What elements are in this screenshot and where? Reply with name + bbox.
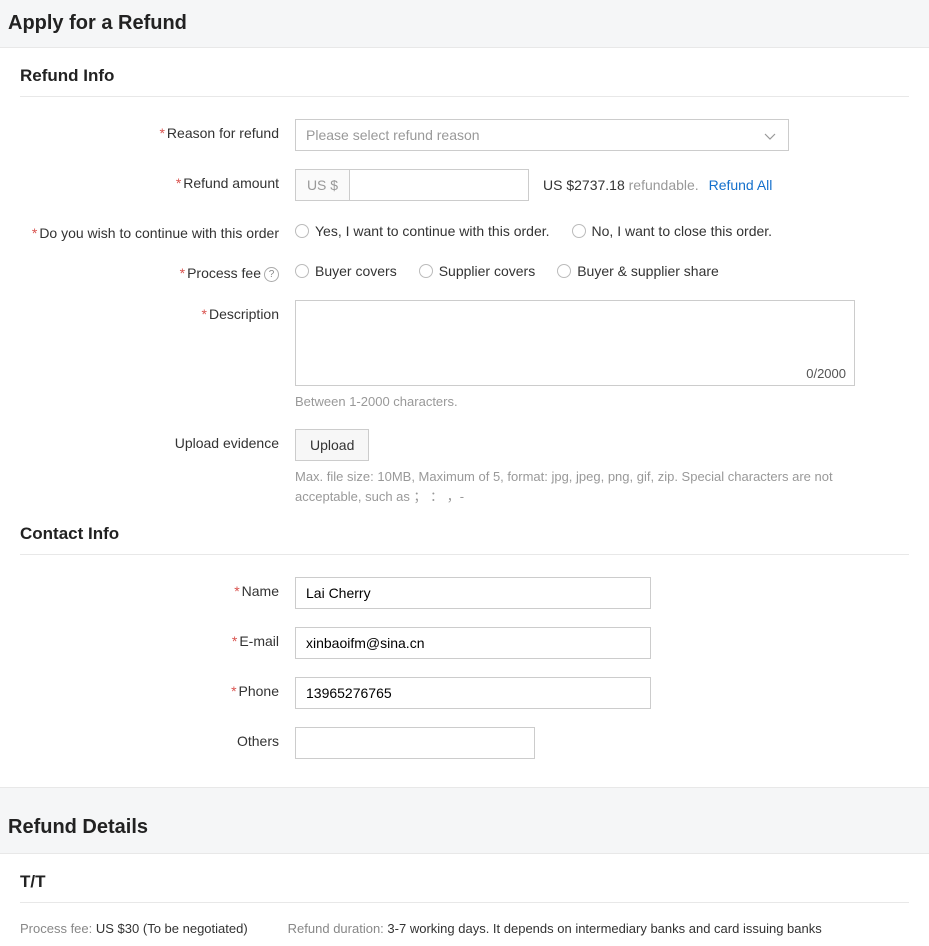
label-email: *E-mail — [20, 627, 295, 649]
radio-continue-yes[interactable]: Yes, I want to continue with this order. — [295, 223, 550, 239]
refund-details-title: Refund Details — [0, 808, 929, 853]
row-description: *Description 0/2000 Between 1-2000 chara… — [20, 300, 909, 412]
phone-input[interactable] — [295, 677, 651, 709]
refundable-suffix: refundable. — [629, 177, 699, 193]
row-reason: *Reason for refund Please select refund … — [20, 119, 909, 151]
label-email-text: E-mail — [239, 633, 279, 649]
label-phone-text: Phone — [239, 683, 279, 699]
label-reason-text: Reason for refund — [167, 125, 279, 141]
radio-fee-share[interactable]: Buyer & supplier share — [557, 263, 719, 279]
reason-select[interactable]: Please select refund reason — [295, 119, 789, 151]
label-name: *Name — [20, 577, 295, 599]
required-marker: * — [32, 225, 37, 241]
upload-hint: Max. file size: 10MB, Maximum of 5, form… — [295, 467, 855, 506]
label-amount-text: Refund amount — [183, 175, 279, 191]
radio-fee-supplier[interactable]: Supplier covers — [419, 263, 536, 279]
detail-value: 3-7 working days. It depends on intermed… — [387, 921, 821, 936]
detail-value: US $30 (To be negotiated) — [96, 921, 248, 936]
label-continue: *Do you wish to continue with this order — [20, 219, 295, 241]
radio-fee-buyer[interactable]: Buyer covers — [295, 263, 397, 279]
char-counter: 0/2000 — [806, 366, 846, 381]
row-process-fee: *Process fee? Buyer covers Supplier cove… — [20, 259, 909, 282]
required-marker: * — [180, 265, 185, 281]
radio-label: Buyer covers — [315, 263, 397, 279]
required-marker: * — [176, 175, 181, 191]
description-hint: Between 1-2000 characters. — [295, 392, 855, 412]
refund-details-panel: T/T Process fee: US $30 (To be negotiate… — [0, 853, 929, 946]
label-others-text: Others — [237, 733, 279, 749]
page-title: Apply for a Refund — [0, 0, 929, 47]
help-icon[interactable]: ? — [264, 267, 279, 282]
row-email: *E-mail — [20, 627, 909, 659]
label-description: *Description — [20, 300, 295, 322]
required-marker: * — [202, 306, 207, 322]
required-marker: * — [234, 583, 239, 599]
row-phone: *Phone — [20, 677, 909, 709]
name-input[interactable] — [295, 577, 651, 609]
refundable-info: US $2737.18 refundable. Refund All — [543, 177, 772, 193]
refund-form-panel: Refund Info *Reason for refund Please se… — [0, 47, 929, 788]
email-input[interactable] — [295, 627, 651, 659]
radio-icon — [295, 264, 309, 278]
detail-label: Process fee: — [20, 921, 92, 936]
radio-icon — [419, 264, 433, 278]
label-continue-text: Do you wish to continue with this order — [39, 225, 279, 241]
label-name-text: Name — [242, 583, 279, 599]
detail-label: Refund duration: — [288, 921, 384, 936]
currency-prefix: US $ — [295, 169, 349, 201]
section-title-contact-info: Contact Info — [20, 524, 909, 555]
label-amount: *Refund amount — [20, 169, 295, 191]
refundable-amount: US $2737.18 — [543, 177, 625, 193]
radio-icon — [295, 224, 309, 238]
label-process-fee-text: Process fee — [187, 265, 261, 281]
required-marker: * — [232, 633, 237, 649]
upload-button[interactable]: Upload — [295, 429, 369, 461]
payment-method-title: T/T — [20, 872, 909, 903]
radio-label: Yes, I want to continue with this order. — [315, 223, 550, 239]
section-title-refund-info: Refund Info — [20, 66, 909, 97]
row-amount: *Refund amount US $ US $2737.18 refundab… — [20, 169, 909, 201]
label-others: Others — [20, 727, 295, 749]
description-textarea[interactable]: 0/2000 — [295, 300, 855, 386]
label-reason: *Reason for refund — [20, 119, 295, 141]
detail-process-fee: Process fee: US $30 (To be negotiated) — [20, 921, 248, 936]
detail-duration: Refund duration: 3-7 working days. It de… — [288, 921, 822, 936]
radio-icon — [572, 224, 586, 238]
row-upload: Upload evidence Upload Max. file size: 1… — [20, 429, 909, 506]
row-continue-order: *Do you wish to continue with this order… — [20, 219, 909, 241]
chevron-down-icon — [762, 128, 778, 147]
radio-label: Supplier covers — [439, 263, 536, 279]
radio-icon — [557, 264, 571, 278]
required-marker: * — [231, 683, 236, 699]
refund-all-link[interactable]: Refund All — [709, 177, 773, 193]
radio-label: Buyer & supplier share — [577, 263, 719, 279]
required-marker: * — [159, 125, 164, 141]
label-upload: Upload evidence — [20, 429, 295, 451]
details-row: Process fee: US $30 (To be negotiated) R… — [20, 921, 909, 936]
radio-continue-no[interactable]: No, I want to close this order. — [572, 223, 773, 239]
row-others: Others — [20, 727, 909, 759]
label-phone: *Phone — [20, 677, 295, 699]
refund-amount-input[interactable] — [349, 169, 529, 201]
reason-select-placeholder: Please select refund reason — [306, 127, 480, 143]
label-process-fee: *Process fee? — [20, 259, 295, 282]
row-name: *Name — [20, 577, 909, 609]
label-upload-text: Upload evidence — [175, 435, 279, 451]
radio-label: No, I want to close this order. — [592, 223, 773, 239]
label-description-text: Description — [209, 306, 279, 322]
others-input[interactable] — [295, 727, 535, 759]
